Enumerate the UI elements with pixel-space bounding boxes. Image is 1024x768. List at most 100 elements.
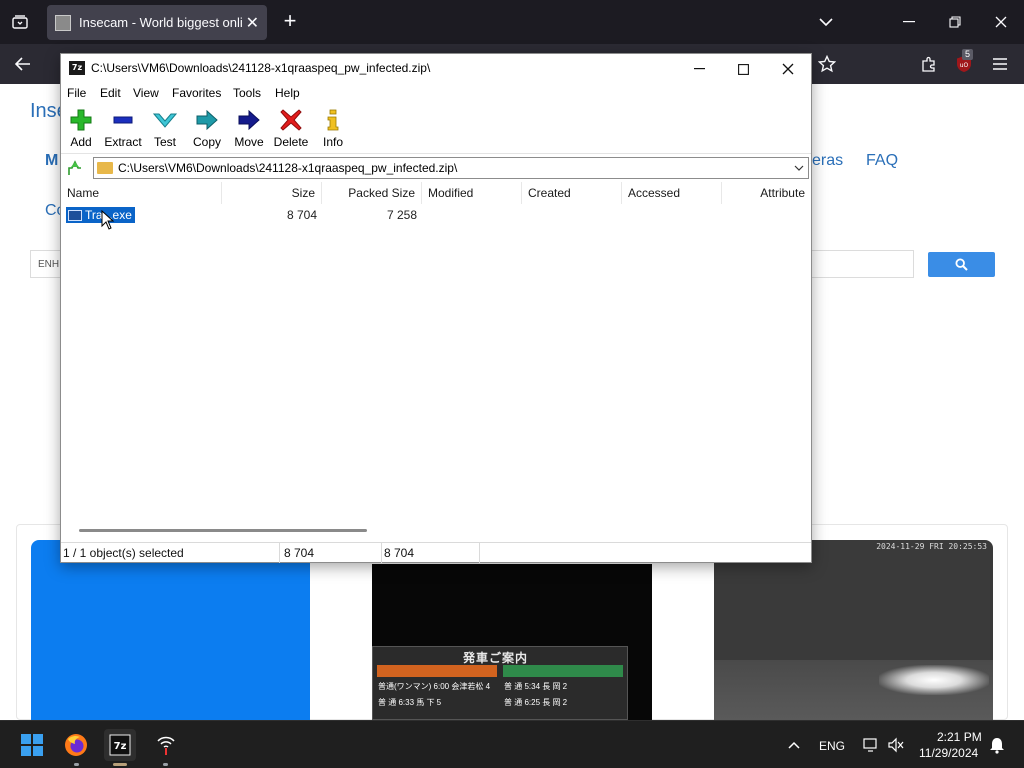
site-nav-item-faq[interactable]: FAQ [866, 152, 898, 170]
departure-board: 発車ご案内 普通(ワンマン) 6:00 会津若松 4 普 通 6:33 馬 下 … [372, 646, 628, 720]
insecam-favicon-icon [55, 14, 71, 31]
minimize-window-button[interactable] [677, 57, 721, 81]
7zip-address-bar: C:\Users\VM6\Downloads\241128-x1qraaspeq… [61, 155, 811, 181]
move-button-label: Move [234, 135, 264, 149]
board-header-right [503, 665, 623, 677]
status-size: 8 704 [282, 543, 382, 563]
file-size: 8 704 [286, 208, 317, 222]
up-folder-arrow-icon[interactable] [65, 158, 85, 178]
exe-file-icon [68, 209, 82, 221]
close-window-button[interactable] [766, 57, 810, 81]
board-row: 普 通 6:25 長 岡 2 [504, 698, 568, 707]
windows-taskbar: 7z ENG 2:21 PM 11/29/2024 [0, 720, 1024, 768]
volume-muted-icon[interactable] [880, 729, 912, 761]
maximize-window-button[interactable] [721, 57, 765, 81]
menu-tools[interactable]: Tools [233, 86, 261, 100]
clock-date[interactable]: 11/29/2024 [919, 746, 978, 760]
back-arrow-icon[interactable] [10, 52, 36, 76]
menu-file[interactable]: File [67, 86, 86, 100]
7zip-taskbar-icon[interactable]: 7z [104, 729, 136, 761]
camera-thumbnail-1[interactable] [31, 540, 310, 720]
hamburger-menu-icon[interactable] [987, 52, 1013, 76]
clock-time[interactable]: 2:21 PM [937, 730, 982, 744]
camera-3-timestamp: 2024-11-29 FRI 20:25:53 [876, 542, 987, 551]
delete-button[interactable]: Delete [269, 108, 313, 152]
camera-thumbnail-2[interactable]: 発車ご案内 普通(ワンマン) 6:00 会津若松 4 普 通 6:33 馬 下 … [372, 564, 652, 720]
browser-tab-title: Insecam - World biggest online [79, 15, 242, 30]
minimize-browser-icon[interactable] [897, 10, 921, 34]
menu-help[interactable]: Help [275, 86, 300, 100]
test-checkmark-icon [143, 108, 187, 132]
menu-edit[interactable]: Edit [100, 86, 121, 100]
minus-icon [101, 108, 145, 132]
chevron-down-icon[interactable] [792, 161, 806, 175]
site-search-button[interactable] [928, 252, 995, 277]
7zip-active-indicator [113, 763, 127, 766]
close-browser-icon[interactable] [989, 10, 1013, 34]
menu-favorites[interactable]: Favorites [172, 86, 221, 100]
network-antenna-icon[interactable] [150, 729, 182, 761]
input-language-indicator[interactable]: ENG [819, 739, 845, 753]
board-row: 普通(ワンマン) 6:00 会津若松 4 [378, 682, 491, 691]
notification-bell-icon[interactable] [981, 729, 1013, 761]
camera-thumbnail-3[interactable]: 2024-11-29 FRI 20:25:53 [714, 540, 993, 720]
column-header-packed-size[interactable]: Packed Size [322, 182, 422, 204]
bookmark-star-icon[interactable] [814, 52, 840, 76]
info-button[interactable]: Info [311, 108, 355, 152]
svg-text:7z: 7z [114, 741, 127, 752]
board-row: 普 通 5:34 長 岡 2 [504, 682, 568, 691]
site-nav-item-cameras[interactable]: eras [812, 152, 843, 170]
extract-button-label: Extract [104, 135, 142, 149]
close-tab-icon[interactable]: ✕ [246, 13, 259, 33]
add-button[interactable]: Add [59, 108, 103, 152]
7zip-window-title: C:\Users\VM6\Downloads\241128-x1qraaspeq… [91, 61, 431, 75]
extension-count-badge: 5 [962, 49, 974, 60]
status-packed-size: 8 704 [382, 543, 480, 563]
mouse-pointer-icon [101, 210, 115, 230]
site-nav-item-partial[interactable]: M [45, 152, 58, 170]
info-i-icon [311, 108, 355, 132]
7zip-status-bar: 1 / 1 object(s) selected 8 704 8 704 [61, 542, 811, 563]
board-header-left [377, 665, 497, 677]
extensions-puzzle-icon[interactable] [916, 52, 942, 76]
firefox-running-indicator [74, 763, 79, 766]
menu-view[interactable]: View [133, 86, 159, 100]
network-running-indicator [163, 763, 168, 766]
search-icon [955, 258, 968, 271]
7zip-logo-icon: 7z [69, 61, 85, 75]
move-button[interactable]: Move [227, 108, 271, 152]
column-header-name[interactable]: Name [61, 182, 222, 204]
column-header-accessed[interactable]: Accessed [622, 182, 722, 204]
copy-button[interactable]: Copy [185, 108, 229, 152]
show-hidden-icons-chevron-up-icon[interactable] [778, 729, 810, 761]
column-header-attributes[interactable]: Attribute [722, 182, 811, 204]
move-arrow-icon [227, 108, 271, 132]
extract-button[interactable]: Extract [101, 108, 145, 152]
scrollbar-thumb[interactable] [79, 529, 367, 532]
firefox-icon[interactable] [60, 729, 92, 761]
column-header-created[interactable]: Created [522, 182, 622, 204]
7zip-title-bar[interactable]: 7z C:\Users\VM6\Downloads\241128-x1qraas… [61, 54, 811, 82]
copy-button-label: Copy [192, 135, 221, 149]
path-combobox[interactable]: C:\Users\VM6\Downloads\241128-x1qraaspeq… [93, 157, 809, 179]
test-button[interactable]: Test [143, 108, 187, 152]
table-row[interactable]: Tra...exe 8 704 7 258 [61, 206, 811, 224]
departure-board-title: 発車ご案内 [463, 651, 529, 665]
board-row: 普 通 6:33 馬 下 5 [378, 698, 442, 707]
test-button-label: Test [153, 135, 176, 149]
delete-x-icon [269, 108, 313, 132]
tab-list-icon[interactable] [8, 11, 32, 33]
browser-tab-bar: Insecam - World biggest online ✕ + [0, 0, 1024, 44]
column-header-modified[interactable]: Modified [422, 182, 522, 204]
file-packed-size: 7 258 [386, 208, 417, 222]
restore-browser-icon[interactable] [943, 10, 967, 34]
file-list[interactable]: Name Size Packed Size Modified Created A… [61, 182, 811, 524]
new-tab-button[interactable]: + [280, 10, 300, 34]
7zip-menu-bar: File Edit View Favorites Tools Help [61, 82, 811, 104]
browser-tab-insecam[interactable]: Insecam - World biggest online ✕ [47, 5, 267, 40]
horizontal-scrollbar[interactable] [61, 524, 811, 538]
column-header-size[interactable]: Size [222, 182, 322, 204]
windows-start-icon[interactable] [16, 729, 48, 761]
add-button-label: Add [70, 135, 92, 149]
list-all-tabs-chevron-down-icon[interactable] [814, 10, 838, 34]
